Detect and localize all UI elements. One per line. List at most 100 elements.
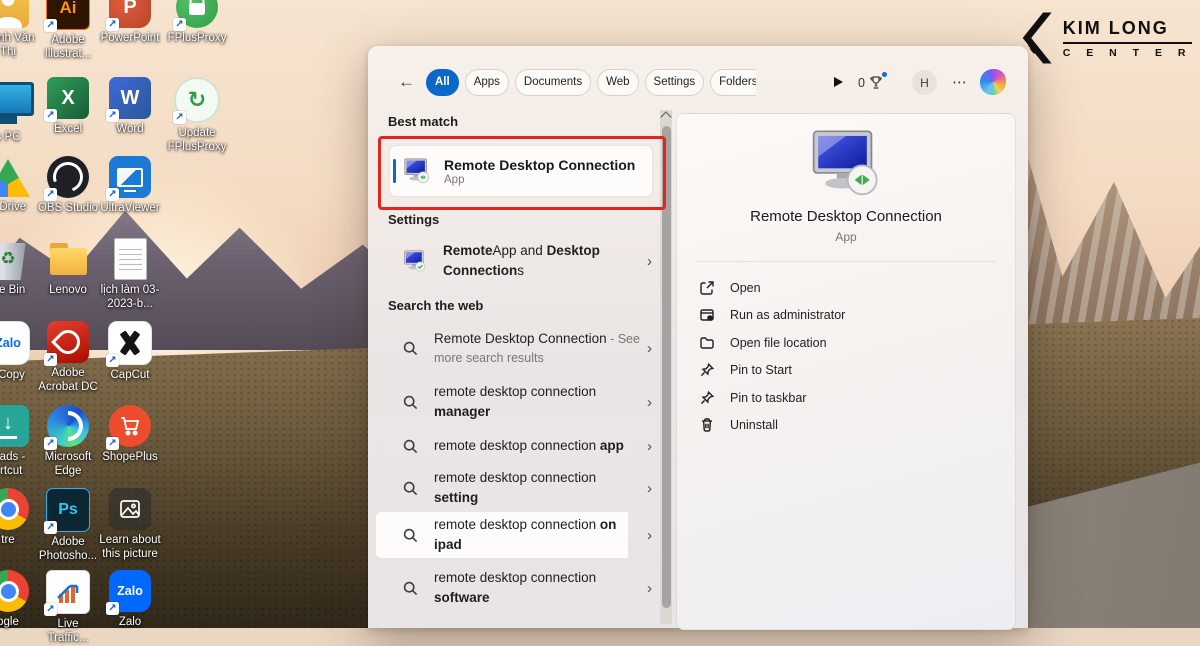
desktop-icon-fplusproxy[interactable]: FPlusProxy — [165, 0, 229, 45]
suggestion-text: remote desktop connection manager — [434, 382, 640, 421]
desktop-icon-adobe-illustrator[interactable]: Ai Adobe Illustrat... — [36, 0, 100, 62]
desktop-icon-adobe-acrobat[interactable]: Adobe Acrobat DC — [36, 321, 100, 395]
chevron-right-icon — [647, 580, 652, 597]
web-suggestion-see-more[interactable]: Remote Desktop Connection - See more sea… — [376, 326, 662, 370]
settings-result-text: RemoteApp and Desktop Connections — [443, 241, 613, 282]
recycle-bin-icon — [0, 238, 29, 280]
desktop-icon-powerpoint[interactable]: P PowerPoint — [98, 0, 162, 45]
desktop-icon-lich-lam-document[interactable]: lịch làm 03-2023-b... — [98, 238, 162, 312]
rdp-icon-large — [809, 129, 883, 196]
action-open-file-location[interactable]: Open file location — [677, 329, 1015, 357]
logo-line1: KIM LONG — [1063, 18, 1192, 44]
action-pin-to-taskbar[interactable]: Pin to taskbar — [677, 384, 1015, 412]
chevron-right-icon — [647, 394, 652, 411]
desktop-icon-update-fplusproxy[interactable]: ↻ Update FPlusProxy — [165, 77, 229, 155]
suggestion-text: remote desktop connection setting — [434, 468, 640, 507]
more-options-icon[interactable] — [952, 73, 968, 91]
desktop-icon-user[interactable]: g Anh Văn Thị — [0, 0, 40, 60]
shortcut-arrow-icon — [106, 18, 119, 31]
web-suggestion-setting[interactable]: remote desktop connection setting — [376, 466, 662, 510]
desktop-icon-google[interactable]: ogle — [0, 570, 40, 629]
detail-title: Remote Desktop Connection — [677, 208, 1015, 225]
search-icon — [403, 481, 418, 496]
capcut-icon — [108, 321, 152, 365]
scroll-up-icon[interactable] — [660, 111, 671, 122]
photoshop-icon: Ps — [46, 488, 90, 532]
action-pin-to-start[interactable]: Pin to Start — [677, 357, 1015, 385]
tab-apps[interactable]: Apps — [465, 69, 509, 96]
shortcut-arrow-icon — [106, 188, 119, 201]
desktop-icon-obs-studio[interactable]: OBS Studio — [36, 156, 100, 215]
desktop-icon-recycle-bin[interactable]: cle Bin — [0, 238, 40, 297]
tab-documents[interactable]: Documents — [515, 69, 591, 96]
divider — [697, 261, 995, 262]
detail-subtitle: App — [677, 230, 1015, 244]
settings-result-remoteapp[interactable]: RemoteApp and Desktop Connections — [376, 234, 662, 288]
avatar[interactable]: H — [912, 70, 937, 95]
chevron-right-icon — [647, 438, 652, 455]
web-suggestion-manager[interactable]: remote desktop connection manager — [376, 380, 662, 424]
desktop-icon-excel[interactable]: X Excel — [36, 77, 100, 136]
section-best-match: Best match — [388, 114, 458, 129]
detail-panel: Remote Desktop Connection App Open Run a… — [676, 113, 1016, 630]
chevron-right-icon — [647, 527, 652, 544]
word-icon: W — [109, 77, 151, 119]
desktop-icon-adobe-photoshop[interactable]: Ps Adobe Photosho... — [36, 488, 100, 564]
desktop-icon-this-pc[interactable]: s PC — [0, 77, 40, 144]
search-icon — [403, 439, 418, 454]
shortcut-arrow-icon — [173, 111, 186, 124]
rewards-badge[interactable]: 0 — [858, 75, 884, 91]
chevron-right-icon — [647, 480, 652, 497]
suggestion-text: Remote Desktop Connection - See more sea… — [434, 329, 640, 367]
open-icon — [699, 280, 715, 296]
pin-icon — [699, 390, 715, 406]
shortcut-arrow-icon — [173, 18, 186, 31]
desktop-icon-downloads-shortcut[interactable]: loads - ortcut — [0, 405, 40, 479]
action-list: Open Run as administrator Open file loca… — [677, 274, 1015, 439]
action-run-as-administrator[interactable]: Run as administrator — [677, 302, 1015, 330]
desktop-icon-capcut[interactable]: CapCut — [98, 321, 162, 382]
desktop-icon-zalo[interactable]: Zalo Zalo — [98, 570, 162, 629]
obs-studio-icon — [47, 156, 89, 198]
desktop-icon-microsoft-edge[interactable]: Microsoft Edge — [36, 405, 100, 479]
tab-settings[interactable]: Settings — [645, 69, 705, 96]
desktop-icon-google-drive[interactable]: e Drive — [0, 156, 40, 214]
folder-icon — [699, 335, 715, 351]
web-suggestion-software[interactable]: remote desktop connection software — [376, 566, 662, 610]
folder-icon — [47, 238, 89, 280]
adobe-illustrator-icon: Ai — [46, 0, 90, 30]
desktop-icon-tre[interactable]: tre — [0, 488, 40, 547]
windows-search-panel: All Apps Documents Web Settings Folders … — [368, 46, 1028, 628]
search-icon — [403, 528, 418, 543]
desktop-icon-ultraviewer[interactable]: UltraViewer — [98, 156, 162, 215]
desktop-icon-learn-about-picture[interactable]: Learn about this picture — [98, 488, 162, 562]
desktop-icon-lenovo-folder[interactable]: Lenovo — [36, 238, 100, 297]
browser-icon — [0, 488, 29, 530]
shortcut-arrow-icon — [106, 437, 119, 450]
zalo-icon: Zalo — [109, 570, 151, 612]
back-icon[interactable] — [398, 72, 415, 92]
picture-icon — [109, 488, 151, 530]
shortcut-arrow-icon — [106, 109, 119, 122]
action-open[interactable]: Open — [677, 274, 1015, 302]
shortcut-arrow-icon — [44, 109, 57, 122]
expand-filters-icon[interactable] — [834, 77, 843, 87]
desktop-icon-live-traffic[interactable]: Live Traffic... — [36, 570, 100, 646]
rewards-count: 0 — [858, 76, 865, 90]
desktop-icon-shopeplus[interactable]: ShopePlus — [98, 405, 162, 464]
desktop-icon-word[interactable]: W Word — [98, 77, 162, 136]
web-suggestion-app[interactable]: remote desktop connection app — [376, 432, 662, 460]
this-pc-monitor-icon — [0, 82, 34, 116]
copilot-icon[interactable] — [980, 69, 1006, 95]
desktop-icon-zalo-copy[interactable]: Zalo - Copy — [0, 321, 40, 382]
tab-all[interactable]: All — [426, 69, 459, 96]
chrome-icon — [0, 570, 29, 612]
google-drive-icon — [0, 159, 30, 197]
suggestion-text: remote desktop connection software — [434, 568, 640, 607]
document-icon — [114, 238, 147, 280]
action-uninstall[interactable]: Uninstall — [677, 412, 1015, 440]
edge-icon — [47, 405, 89, 447]
web-suggestion-on-ipad[interactable]: remote desktop connection on ipad — [376, 512, 662, 558]
tab-folders[interactable]: Folders — [710, 69, 756, 96]
tab-web[interactable]: Web — [597, 69, 638, 96]
